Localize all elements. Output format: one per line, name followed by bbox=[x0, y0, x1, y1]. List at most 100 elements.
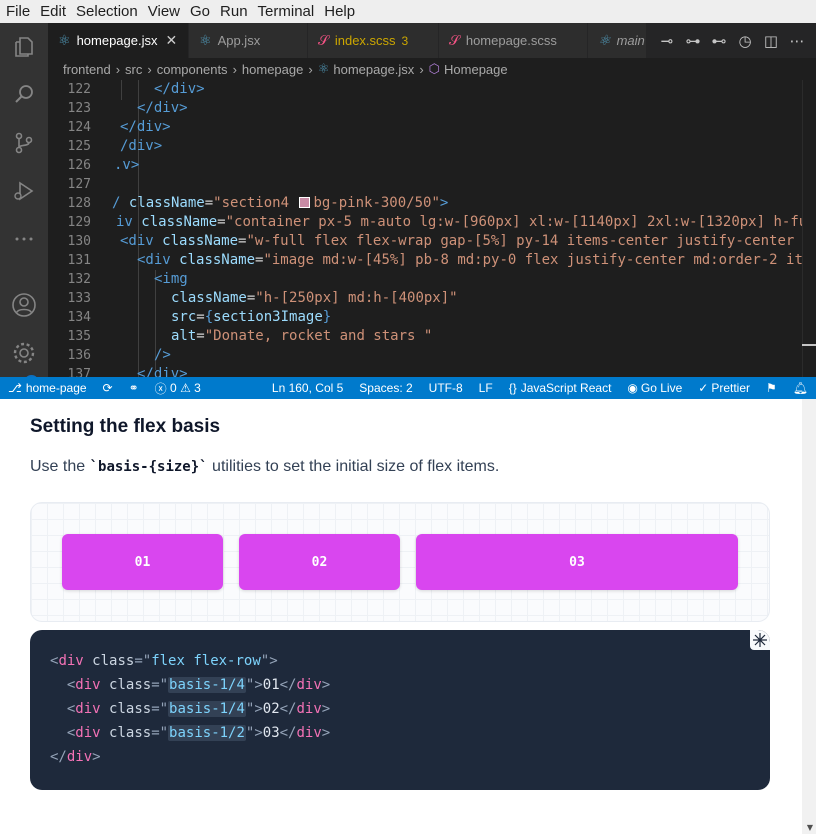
git-commit-icon[interactable]: ⊶ bbox=[680, 32, 706, 50]
tab-index-scss[interactable]: 𝒮 index.scss 3 bbox=[308, 23, 439, 58]
flex-item-01: 01 bbox=[62, 534, 223, 590]
copy-icon bbox=[753, 633, 767, 647]
code-token: div bbox=[75, 701, 101, 717]
split-editor-icon[interactable]: ◫ bbox=[758, 32, 784, 50]
section-title: Setting the flex basis bbox=[30, 416, 221, 437]
react-icon: ⚛ bbox=[317, 61, 330, 76]
more-actions-icon[interactable]: ⋯ bbox=[784, 32, 810, 50]
tab-label: main bbox=[616, 33, 645, 48]
code-line: </div> bbox=[154, 81, 205, 97]
account-icon[interactable] bbox=[10, 291, 38, 319]
code-line: <div class="basis-1/4">02</div> bbox=[66, 701, 331, 717]
tab-app-jsx[interactable]: ⚛ App.jsx bbox=[189, 23, 308, 58]
code-token: div bbox=[296, 701, 322, 717]
menu-help[interactable]: Help bbox=[318, 0, 355, 23]
sass-icon: 𝒮 bbox=[318, 32, 329, 48]
files-icon[interactable] bbox=[10, 33, 38, 61]
code-token: = bbox=[204, 195, 214, 211]
breadcrumb-item[interactable]: frontend bbox=[63, 62, 111, 77]
go-forward-icon[interactable]: ⊷ bbox=[706, 32, 732, 50]
section-description: Use the `basis-{size}` utilities to set … bbox=[30, 458, 499, 476]
menu-go[interactable]: Go bbox=[184, 0, 210, 23]
breadcrumb-item[interactable]: homepage bbox=[242, 62, 303, 77]
code-token: class bbox=[92, 653, 135, 669]
react-icon: ⚛ bbox=[598, 32, 611, 48]
code-token: <div bbox=[120, 233, 154, 249]
scroll-down-arrow-icon[interactable]: ▼ bbox=[807, 823, 813, 832]
copy-button[interactable] bbox=[750, 630, 770, 650]
search-icon[interactable] bbox=[10, 80, 38, 108]
tab-homepage-scss[interactable]: 𝒮 homepage.scss bbox=[439, 23, 588, 58]
breadcrumb-item[interactable]: Homepage bbox=[444, 62, 508, 77]
menu-file[interactable]: File bbox=[0, 0, 30, 23]
code-token: "container px-5 m-auto lg:w-[960px] xl:w… bbox=[225, 214, 816, 230]
react-icon: ⚛ bbox=[199, 32, 212, 48]
tab-label: App.jsx bbox=[217, 33, 261, 48]
feedback-icon[interactable]: ⚑ bbox=[758, 381, 785, 395]
more-icon[interactable] bbox=[10, 225, 38, 253]
cursor-position[interactable]: Ln 160, Col 5 bbox=[264, 381, 351, 395]
breadcrumb-item[interactable]: homepage.jsx bbox=[333, 62, 414, 77]
code-line: <div className="image md:w-[45%] pb-8 md… bbox=[137, 251, 816, 270]
menu-selection[interactable]: Selection bbox=[70, 0, 138, 23]
go-live-button[interactable]: ◉ Go Live bbox=[619, 381, 690, 395]
breadcrumb-item[interactable]: src bbox=[125, 62, 142, 77]
prettier-button[interactable]: ✓ Prettier bbox=[690, 381, 758, 395]
code-token: 03 bbox=[262, 725, 280, 741]
chevron-right-icon: › bbox=[147, 61, 152, 77]
page-scrollbar[interactable]: ▼ bbox=[802, 399, 816, 834]
warning-icon: ⚠ bbox=[180, 381, 191, 395]
code-line: /div> bbox=[120, 138, 163, 154]
broadcast-icon: ◉ bbox=[627, 381, 638, 395]
language-mode[interactable]: {} JavaScript React bbox=[501, 381, 620, 395]
code-line: <div class="basis-1/4">01</div> bbox=[66, 677, 331, 693]
branch-indicator[interactable]: ⎇ home-page bbox=[0, 381, 95, 395]
problems-indicator[interactable]: ⓧ 0 ⚠ 3 bbox=[147, 380, 209, 397]
code-token: iv bbox=[116, 214, 133, 230]
code-token: 02 bbox=[262, 701, 280, 717]
tab-homepage-jsx[interactable]: ⚛ homepage.jsx ✕ bbox=[48, 23, 189, 58]
code-token: src bbox=[171, 309, 197, 325]
close-icon[interactable]: ✕ bbox=[166, 32, 178, 49]
code-token: "section4 bbox=[213, 195, 298, 211]
end-of-line[interactable]: LF bbox=[471, 381, 501, 395]
menu-edit[interactable]: Edit bbox=[34, 0, 66, 23]
line-number: 137 bbox=[67, 367, 91, 377]
tab-label: index.scss bbox=[334, 33, 396, 48]
line-number: 126 bbox=[67, 158, 91, 173]
menu-bar: File Edit Selection View Go Run Terminal… bbox=[0, 0, 816, 23]
editor-scrollbar[interactable] bbox=[802, 80, 816, 377]
language-label: JavaScript React bbox=[520, 381, 612, 395]
color-swatch[interactable] bbox=[299, 197, 311, 208]
editor-scrollbar-thumb[interactable] bbox=[802, 344, 816, 346]
code-line: </div> bbox=[50, 749, 101, 765]
code-token: <div bbox=[137, 252, 171, 268]
menu-run[interactable]: Run bbox=[214, 0, 248, 23]
code-token: alt bbox=[171, 328, 197, 344]
code-token: / bbox=[112, 195, 129, 211]
breadcrumb-item[interactable]: components bbox=[157, 62, 228, 77]
flex-item-03: 03 bbox=[416, 534, 738, 590]
sync-icon[interactable]: ⟳ bbox=[95, 381, 121, 395]
code-line: src={section3Image} bbox=[171, 309, 332, 325]
notifications-bell-icon[interactable]: 🔔︎ bbox=[785, 381, 816, 395]
menu-terminal[interactable]: Terminal bbox=[252, 0, 315, 23]
encoding[interactable]: UTF-8 bbox=[421, 381, 471, 395]
code-line: <div className="w-full flex flex-wrap ga… bbox=[120, 232, 816, 251]
source-control-icon[interactable] bbox=[10, 129, 38, 157]
code-line: <div class="basis-1/2">03</div> bbox=[66, 725, 331, 741]
prettier-label: Prettier bbox=[711, 381, 750, 395]
timeline-icon[interactable]: ◷ bbox=[732, 32, 758, 50]
indentation[interactable]: Spaces: 2 bbox=[351, 381, 420, 395]
menu-view[interactable]: View bbox=[142, 0, 180, 23]
breadcrumb: frontend › src › components › homepage ›… bbox=[48, 58, 816, 80]
code-token: 01 bbox=[262, 677, 280, 693]
live-share-icon[interactable]: ⚭ bbox=[121, 381, 147, 395]
code-token: class bbox=[109, 725, 152, 741]
settings-gear-icon[interactable] bbox=[10, 339, 38, 367]
run-debug-icon[interactable] bbox=[10, 177, 38, 205]
branch-name: home-page bbox=[25, 381, 87, 395]
activity-bar: 1 bbox=[0, 23, 48, 390]
code-editor[interactable]: 122 123 124 125 126 127 128 129 130 131 … bbox=[48, 80, 816, 377]
go-back-icon[interactable]: ⊸ bbox=[654, 32, 680, 50]
